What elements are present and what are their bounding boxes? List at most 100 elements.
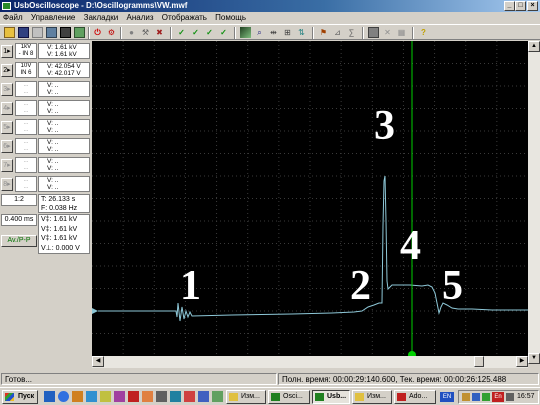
app-icon-5[interactable]	[156, 391, 167, 402]
scroll-left-button[interactable]: ◀	[92, 356, 104, 367]
tray-icon-2[interactable]	[472, 393, 480, 401]
settings-icon[interactable]: ⚙	[106, 27, 117, 38]
measure-icon[interactable]: ⊞	[282, 27, 293, 38]
app-icon-1[interactable]	[100, 391, 111, 402]
grid-icon[interactable]: ▦	[396, 27, 407, 38]
menu-display[interactable]: Отображать	[159, 12, 210, 24]
scroll-down-button[interactable]: ▼	[528, 353, 540, 364]
channel-1-value-1: V: 1.61 kV	[47, 44, 77, 51]
probe-icon[interactable]: ⚒	[140, 27, 151, 38]
menu-file[interactable]: Файл	[0, 12, 26, 24]
screenshot-icon[interactable]	[74, 27, 85, 38]
scroll-right-button[interactable]: ▶	[516, 356, 528, 367]
horizontal-scrollbar[interactable]: ◀ ▶	[92, 356, 528, 368]
clear-icon[interactable]: ✖	[154, 27, 165, 38]
task-item-1[interactable]: Изм...	[226, 390, 266, 404]
menu-control[interactable]: Управление	[28, 12, 78, 24]
app-icon-8[interactable]	[198, 391, 209, 402]
menu-analysis[interactable]: Анализ	[123, 12, 156, 24]
record-icon[interactable]	[60, 27, 71, 38]
channel-4-value-1: V: ..	[47, 101, 59, 108]
language-indicator[interactable]: EN	[440, 392, 454, 402]
channel-3-value-1: V: ..	[47, 82, 59, 89]
channel-8-settings[interactable]: ......	[15, 176, 37, 192]
vertical-scrollbar[interactable]: ▲ ▼	[528, 41, 540, 364]
power-icon[interactable]: ⏻	[92, 27, 103, 38]
volume-icon[interactable]	[506, 393, 514, 401]
zoom-icon[interactable]: ⌕	[254, 27, 265, 38]
menu-bookmarks[interactable]: Закладки	[81, 12, 122, 24]
waveform-plot[interactable]: 1 2 3 45	[92, 41, 528, 359]
filter-icon[interactable]: ⊿	[332, 27, 343, 38]
channel-7-range: ...	[23, 158, 29, 164]
channel-3-button[interactable]: 3▸	[1, 83, 13, 96]
app-icon-3[interactable]	[128, 391, 139, 402]
channel-5-settings[interactable]: ......	[15, 119, 37, 135]
math-icon[interactable]: ∑	[346, 27, 357, 38]
channel-4-button[interactable]: 4▸	[1, 102, 13, 115]
ie-icon[interactable]	[58, 391, 69, 402]
channel-6-settings[interactable]: ......	[15, 138, 37, 154]
channel-1-settings[interactable]: 1kV - IN 8	[15, 43, 37, 59]
start-button[interactable]: Пуск	[2, 390, 38, 404]
app-icon-9[interactable]	[212, 391, 223, 402]
folder-icon[interactable]	[72, 391, 83, 402]
avg-pp-button[interactable]: Av./P-P	[1, 235, 37, 247]
channel-8-readout: V: .. V: ..	[38, 176, 90, 192]
marker-icon[interactable]: ⇅	[296, 27, 307, 38]
close-button[interactable]: ×	[527, 1, 538, 11]
tools-icon[interactable]: ⚑	[318, 27, 329, 38]
channel-2-settings[interactable]: 10V IN 6	[15, 62, 37, 78]
app-icon-2[interactable]	[114, 391, 125, 402]
block-icon[interactable]	[368, 27, 379, 38]
tray-icon-3[interactable]	[482, 393, 490, 401]
help-icon[interactable]: ?	[418, 27, 429, 38]
task-item-2[interactable]: Osci...	[268, 390, 310, 404]
color-icon[interactable]	[240, 27, 251, 38]
channel-3-input: ...	[23, 89, 29, 95]
scroll-thumb[interactable]	[474, 356, 484, 367]
check-all-icon[interactable]: ✓	[218, 27, 229, 38]
channel-8-button[interactable]: 8▸	[1, 178, 13, 191]
channel-4-settings[interactable]: ......	[15, 100, 37, 116]
cursor-icon[interactable]: ⇹	[268, 27, 279, 38]
check-2-icon[interactable]: ✓	[204, 27, 215, 38]
menu-help[interactable]: Помощь	[212, 12, 249, 24]
app-icon-4[interactable]	[142, 391, 153, 402]
maximize-button[interactable]: □	[515, 1, 526, 11]
channel-1-button[interactable]: 1▸	[1, 45, 13, 58]
channel-2-button[interactable]: 2▸	[1, 64, 13, 77]
channel-4-readout: V: .. V: ..	[38, 100, 90, 116]
delete-icon[interactable]: ✕	[382, 27, 393, 38]
time-per-div[interactable]: 0.400 ms	[1, 214, 37, 226]
open-icon[interactable]	[4, 27, 15, 38]
check-icon[interactable]: ✓	[176, 27, 187, 38]
export-icon[interactable]	[46, 27, 57, 38]
desktop-icon[interactable]	[44, 391, 55, 402]
channel-5-button[interactable]: 5▸	[1, 121, 13, 134]
tray-icon-1[interactable]	[462, 393, 470, 401]
channel-6-button[interactable]: 6▸	[1, 140, 13, 153]
save-icon[interactable]	[18, 27, 29, 38]
time-ratio[interactable]: 1:2	[1, 194, 37, 206]
minimize-button[interactable]: _	[504, 1, 515, 11]
stop-icon[interactable]: ●	[126, 27, 137, 38]
task-item-4[interactable]: Изм...	[352, 390, 392, 404]
print-icon[interactable]	[32, 27, 43, 38]
channel-7-readout: V: .. V: ..	[38, 157, 90, 173]
tray-lang[interactable]: En	[492, 392, 504, 402]
check-1-icon[interactable]: ✓	[190, 27, 201, 38]
channel-7-button[interactable]: 7▸	[1, 159, 13, 172]
media-icon[interactable]	[86, 391, 97, 402]
app-icon-6[interactable]	[170, 391, 181, 402]
oscilloscope-screen[interactable]: 1 2 3 45	[92, 41, 528, 359]
channel-7-settings[interactable]: ......	[15, 157, 37, 173]
channel-3-settings[interactable]: ......	[15, 81, 37, 97]
channel-6-value-2: V: ..	[47, 146, 59, 153]
scroll-up-button[interactable]: ▲	[528, 41, 540, 52]
windows-logo-icon	[5, 393, 14, 401]
title-bar: UsbOscilloscope - D:\Oscillogramms\VW.mw…	[0, 0, 540, 12]
task-item-3[interactable]: Usb...	[312, 390, 350, 404]
task-item-5[interactable]: Ado...	[394, 390, 436, 404]
app-icon-7[interactable]	[184, 391, 195, 402]
